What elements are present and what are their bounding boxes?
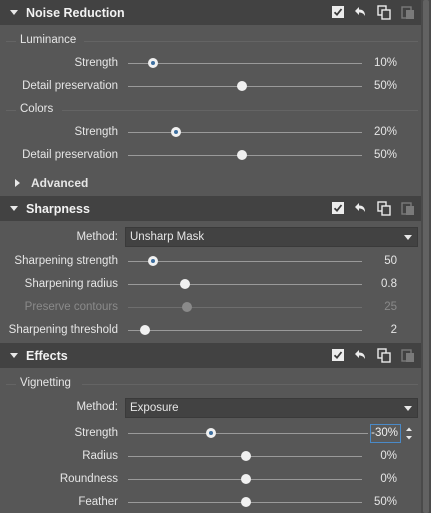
luminance-strength-slider[interactable] xyxy=(128,63,362,64)
preserve-contours-label: Preserve contours xyxy=(24,301,118,313)
copy-icon[interactable] xyxy=(376,347,392,363)
luminance-strength-value: 10% xyxy=(373,57,397,69)
luminance-detail-thumb[interactable] xyxy=(237,81,247,91)
noise-reduction-header[interactable]: Noise Reduction xyxy=(0,0,421,25)
checkbox-icon[interactable] xyxy=(330,200,346,216)
sharpening-radius-value: 0.8 xyxy=(381,278,397,290)
luminance-detail-label: Detail preservation xyxy=(22,80,118,92)
vignetting-strength-thumb[interactable] xyxy=(206,428,216,438)
undo-icon[interactable] xyxy=(352,200,368,216)
sharpness-method-select[interactable]: Unsharp Mask xyxy=(125,227,418,247)
colors-strength-slider[interactable] xyxy=(128,132,362,133)
scrollbar-thumb[interactable] xyxy=(423,0,429,513)
expand-caret-icon[interactable] xyxy=(15,179,20,187)
sharpening-radius-thumb[interactable] xyxy=(180,279,190,289)
luminance-strength-label: Strength xyxy=(74,57,118,69)
checkbox-icon[interactable] xyxy=(330,347,346,363)
copy-icon[interactable] xyxy=(376,4,392,20)
luminance-group-title: Luminance xyxy=(20,34,77,46)
select-value: Exposure xyxy=(130,402,179,414)
vignetting-feather-thumb[interactable] xyxy=(241,497,251,507)
divider xyxy=(62,110,418,111)
vignetting-radius-thumb[interactable] xyxy=(241,451,251,461)
vignetting-roundness-value: 0% xyxy=(380,473,397,485)
collapse-caret-icon[interactable] xyxy=(10,353,18,358)
undo-icon[interactable] xyxy=(352,4,368,20)
vignetting-feather-label: Feather xyxy=(78,496,118,508)
chevron-down-icon xyxy=(404,406,412,411)
colors-strength-value: 20% xyxy=(373,126,397,138)
vignetting-strength-input[interactable]: -30% xyxy=(370,424,401,443)
preserve-contours-value: 25 xyxy=(384,301,397,313)
vignetting-group-title: Vignetting xyxy=(20,377,71,389)
divider xyxy=(82,384,418,385)
sharpening-strength-value: 50 xyxy=(384,255,397,267)
sharpening-threshold-label: Sharpening threshold xyxy=(8,324,118,336)
collapse-caret-icon[interactable] xyxy=(10,10,18,15)
copy-icon[interactable] xyxy=(376,200,392,216)
paste-icon[interactable] xyxy=(400,4,416,20)
colors-strength-label: Strength xyxy=(74,126,118,138)
sharpening-threshold-slider[interactable] xyxy=(128,330,362,331)
vignetting-roundness-thumb[interactable] xyxy=(241,474,251,484)
vignetting-radius-label: Radius xyxy=(82,450,118,462)
preserve-contours-thumb xyxy=(182,302,192,312)
divider xyxy=(6,110,16,111)
chevron-down-icon xyxy=(404,235,412,240)
divider xyxy=(6,41,16,42)
sharpening-threshold-thumb[interactable] xyxy=(140,325,150,335)
colors-detail-value: 50% xyxy=(373,149,397,161)
divider xyxy=(84,41,418,42)
sharpening-radius-slider[interactable] xyxy=(128,284,362,285)
sharpening-threshold-value: 2 xyxy=(390,324,397,336)
select-value: Unsharp Mask xyxy=(130,231,205,243)
luminance-strength-thumb[interactable] xyxy=(148,58,158,68)
sharpening-strength-label: Sharpening strength xyxy=(14,255,118,267)
effects-header[interactable]: Effects xyxy=(0,343,421,368)
section-title: Effects xyxy=(26,349,68,363)
colors-strength-thumb[interactable] xyxy=(171,127,181,137)
checkbox-icon[interactable] xyxy=(330,4,346,20)
divider xyxy=(6,384,16,385)
collapse-caret-icon[interactable] xyxy=(10,206,18,211)
vignetting-strength-slider[interactable] xyxy=(128,433,368,434)
section-title: Noise Reduction xyxy=(26,6,125,20)
vertical-scrollbar[interactable] xyxy=(421,0,431,513)
vignetting-radius-value: 0% xyxy=(380,450,397,462)
colors-detail-label: Detail preservation xyxy=(22,149,118,161)
undo-icon[interactable] xyxy=(352,347,368,363)
preserve-contours-slider xyxy=(128,307,362,308)
sharpening-strength-slider[interactable] xyxy=(128,261,362,262)
sharpness-header[interactable]: Sharpness xyxy=(0,196,421,221)
vignetting-method-select[interactable]: Exposure xyxy=(125,398,418,418)
colors-detail-thumb[interactable] xyxy=(237,150,247,160)
adjustments-panel: Noise Reduction Luminance Strength 10% D… xyxy=(0,0,421,513)
section-title: Sharpness xyxy=(26,202,90,216)
luminance-detail-value: 50% xyxy=(373,80,397,92)
sharpness-method-label: Method: xyxy=(76,231,118,243)
spinner-arrows-icon[interactable] xyxy=(402,424,416,443)
sharpening-radius-label: Sharpening radius xyxy=(24,278,118,290)
paste-icon[interactable] xyxy=(400,200,416,216)
vignetting-strength-label: Strength xyxy=(74,427,118,439)
sharpening-strength-thumb[interactable] xyxy=(148,256,158,266)
advanced-subsection[interactable]: Advanced xyxy=(31,176,88,190)
vignetting-roundness-label: Roundness xyxy=(59,473,118,485)
paste-icon[interactable] xyxy=(400,347,416,363)
colors-group-title: Colors xyxy=(20,103,54,115)
vignetting-feather-value: 50% xyxy=(373,496,397,508)
input-value: -30% xyxy=(371,427,398,439)
vignetting-method-label: Method: xyxy=(76,401,118,413)
